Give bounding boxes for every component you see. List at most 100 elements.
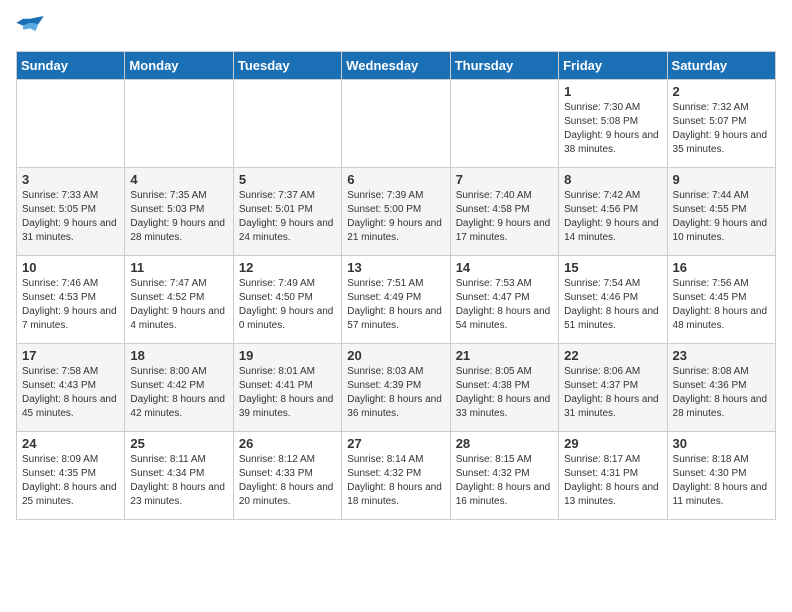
day-number: 27 — [347, 436, 444, 451]
day-number: 26 — [239, 436, 336, 451]
day-info: Sunrise: 7:56 AM Sunset: 4:45 PM Dayligh… — [673, 277, 770, 333]
day-info: Sunrise: 7:30 AM Sunset: 5:08 PM Dayligh… — [564, 101, 661, 157]
day-number: 25 — [130, 436, 227, 451]
calendar-cell: 13Sunrise: 7:51 AM Sunset: 4:49 PM Dayli… — [342, 256, 450, 344]
day-number: 24 — [22, 436, 119, 451]
calendar-cell — [233, 80, 341, 168]
day-info: Sunrise: 8:14 AM Sunset: 4:32 PM Dayligh… — [347, 453, 444, 509]
day-info: Sunrise: 7:39 AM Sunset: 5:00 PM Dayligh… — [347, 189, 444, 245]
calendar-cell: 24 Sunrise: 8:09 AM Sunset: 4:35 PM Dayli… — [17, 432, 125, 520]
day-number: 18 — [130, 348, 227, 363]
calendar-cell: 30 Sunrise: 8:18 AM Sunset: 4:30 PM Dayli… — [667, 432, 775, 520]
day-number: 12 — [239, 260, 336, 275]
day-info: Sunrise: 7:58 AM Sunset: 4:43 PM Dayligh… — [22, 365, 119, 421]
calendar-cell: 15 Sunrise: 7:54 AM Sunset: 4:46 PM Dayli… — [559, 256, 667, 344]
day-number: 10 — [22, 260, 119, 275]
day-number: 17 — [22, 348, 119, 363]
day-number: 13 — [347, 260, 444, 275]
calendar-week-1: 1 Sunrise: 7:30 AM Sunset: 5:08 PM Daylig… — [17, 80, 776, 168]
calendar-cell: 6 Sunrise: 7:39 AM Sunset: 5:00 PM Daylig… — [342, 168, 450, 256]
calendar-cell: 25 Sunrise: 8:11 AM Sunset: 4:34 PM Dayli… — [125, 432, 233, 520]
calendar-week-2: 3 Sunrise: 7:33 AM Sunset: 5:05 PM Daylig… — [17, 168, 776, 256]
calendar-cell: 7 Sunrise: 7:40 AM Sunset: 4:58 PM Daylig… — [450, 168, 558, 256]
calendar-cell: 17 Sunrise: 7:58 AM Sunset: 4:43 PM Dayli… — [17, 344, 125, 432]
day-number: 16 — [673, 260, 770, 275]
calendar-cell: 8Sunrise: 7:42 AM Sunset: 4:56 PM Daylig… — [559, 168, 667, 256]
weekday-header-thursday: Thursday — [450, 52, 558, 80]
calendar-header-row: SundayMondayTuesdayWednesdayThursdayFrid… — [17, 52, 776, 80]
calendar-cell: 1 Sunrise: 7:30 AM Sunset: 5:08 PM Daylig… — [559, 80, 667, 168]
day-info: Sunrise: 8:09 AM Sunset: 4:35 PM Dayligh… — [22, 453, 119, 509]
day-info: Sunrise: 7:49 AM Sunset: 4:50 PM Dayligh… — [239, 277, 336, 333]
calendar-cell: 19 Sunrise: 8:01 AM Sunset: 4:41 PM Dayli… — [233, 344, 341, 432]
day-number: 14 — [456, 260, 553, 275]
day-number: 20 — [347, 348, 444, 363]
calendar-cell: 29 Sunrise: 8:17 AM Sunset: 4:31 PM Dayli… — [559, 432, 667, 520]
calendar-body: 1 Sunrise: 7:30 AM Sunset: 5:08 PM Daylig… — [17, 80, 776, 520]
calendar-cell — [17, 80, 125, 168]
day-info: Sunrise: 7:40 AM Sunset: 4:58 PM Dayligh… — [456, 189, 553, 245]
weekday-header-friday: Friday — [559, 52, 667, 80]
day-info: Sunrise: 7:32 AM Sunset: 5:07 PM Dayligh… — [673, 101, 770, 157]
calendar-cell: 20 Sunrise: 8:03 AM Sunset: 4:39 PM Dayli… — [342, 344, 450, 432]
day-number: 30 — [673, 436, 770, 451]
day-info: Sunrise: 7:46 AM Sunset: 4:53 PM Dayligh… — [22, 277, 119, 333]
calendar-cell: 28Sunrise: 8:15 AM Sunset: 4:32 PM Dayli… — [450, 432, 558, 520]
day-info: Sunrise: 7:54 AM Sunset: 4:46 PM Dayligh… — [564, 277, 661, 333]
calendar-week-5: 24 Sunrise: 8:09 AM Sunset: 4:35 PM Dayli… — [17, 432, 776, 520]
day-info: Sunrise: 8:08 AM Sunset: 4:36 PM Dayligh… — [673, 365, 770, 421]
day-number: 9 — [673, 172, 770, 187]
day-number: 15 — [564, 260, 661, 275]
day-number: 21 — [456, 348, 553, 363]
day-info: Sunrise: 7:37 AM Sunset: 5:01 PM Dayligh… — [239, 189, 336, 245]
calendar-week-4: 17 Sunrise: 7:58 AM Sunset: 4:43 PM Dayli… — [17, 344, 776, 432]
calendar-cell: 23 Sunrise: 8:08 AM Sunset: 4:36 PM Dayli… — [667, 344, 775, 432]
calendar-cell: 27 Sunrise: 8:14 AM Sunset: 4:32 PM Dayli… — [342, 432, 450, 520]
day-number: 8 — [564, 172, 661, 187]
day-info: Sunrise: 8:05 AM Sunset: 4:38 PM Dayligh… — [456, 365, 553, 421]
calendar-cell — [342, 80, 450, 168]
calendar-cell: 21 Sunrise: 8:05 AM Sunset: 4:38 PM Dayli… — [450, 344, 558, 432]
day-info: Sunrise: 7:44 AM Sunset: 4:55 PM Dayligh… — [673, 189, 770, 245]
day-number: 5 — [239, 172, 336, 187]
calendar-cell — [450, 80, 558, 168]
day-info: Sunrise: 8:15 AM Sunset: 4:32 PM Dayligh… — [456, 453, 553, 509]
calendar-cell: 4 Sunrise: 7:35 AM Sunset: 5:03 PM Daylig… — [125, 168, 233, 256]
calendar-cell: 18Sunrise: 8:00 AM Sunset: 4:42 PM Dayli… — [125, 344, 233, 432]
day-info: Sunrise: 8:11 AM Sunset: 4:34 PM Dayligh… — [130, 453, 227, 509]
calendar-cell: 3 Sunrise: 7:33 AM Sunset: 5:05 PM Daylig… — [17, 168, 125, 256]
calendar-cell: 11Sunrise: 7:47 AM Sunset: 4:52 PM Dayli… — [125, 256, 233, 344]
day-number: 22 — [564, 348, 661, 363]
weekday-header-sunday: Sunday — [17, 52, 125, 80]
day-info: Sunrise: 8:03 AM Sunset: 4:39 PM Dayligh… — [347, 365, 444, 421]
weekday-header-tuesday: Tuesday — [233, 52, 341, 80]
day-info: Sunrise: 8:17 AM Sunset: 4:31 PM Dayligh… — [564, 453, 661, 509]
day-info: Sunrise: 8:01 AM Sunset: 4:41 PM Dayligh… — [239, 365, 336, 421]
logo — [16, 16, 48, 43]
day-number: 19 — [239, 348, 336, 363]
day-info: Sunrise: 7:53 AM Sunset: 4:47 PM Dayligh… — [456, 277, 553, 333]
calendar-cell: 12 Sunrise: 7:49 AM Sunset: 4:50 PM Dayli… — [233, 256, 341, 344]
day-number: 23 — [673, 348, 770, 363]
day-info: Sunrise: 7:47 AM Sunset: 4:52 PM Dayligh… — [130, 277, 227, 333]
day-number: 2 — [673, 84, 770, 99]
day-info: Sunrise: 7:35 AM Sunset: 5:03 PM Dayligh… — [130, 189, 227, 245]
day-info: Sunrise: 8:18 AM Sunset: 4:30 PM Dayligh… — [673, 453, 770, 509]
day-number: 3 — [22, 172, 119, 187]
calendar-cell: 9 Sunrise: 7:44 AM Sunset: 4:55 PM Daylig… — [667, 168, 775, 256]
weekday-header-monday: Monday — [125, 52, 233, 80]
day-number: 7 — [456, 172, 553, 187]
calendar-cell: 5 Sunrise: 7:37 AM Sunset: 5:01 PM Daylig… — [233, 168, 341, 256]
page-header — [16, 16, 776, 43]
day-number: 1 — [564, 84, 661, 99]
calendar-cell: 22 Sunrise: 8:06 AM Sunset: 4:37 PM Dayli… — [559, 344, 667, 432]
day-info: Sunrise: 8:06 AM Sunset: 4:37 PM Dayligh… — [564, 365, 661, 421]
day-number: 4 — [130, 172, 227, 187]
calendar-week-3: 10 Sunrise: 7:46 AM Sunset: 4:53 PM Dayli… — [17, 256, 776, 344]
calendar-cell — [125, 80, 233, 168]
day-number: 29 — [564, 436, 661, 451]
day-info: Sunrise: 7:33 AM Sunset: 5:05 PM Dayligh… — [22, 189, 119, 245]
weekday-header-wednesday: Wednesday — [342, 52, 450, 80]
day-number: 6 — [347, 172, 444, 187]
day-info: Sunrise: 8:12 AM Sunset: 4:33 PM Dayligh… — [239, 453, 336, 509]
